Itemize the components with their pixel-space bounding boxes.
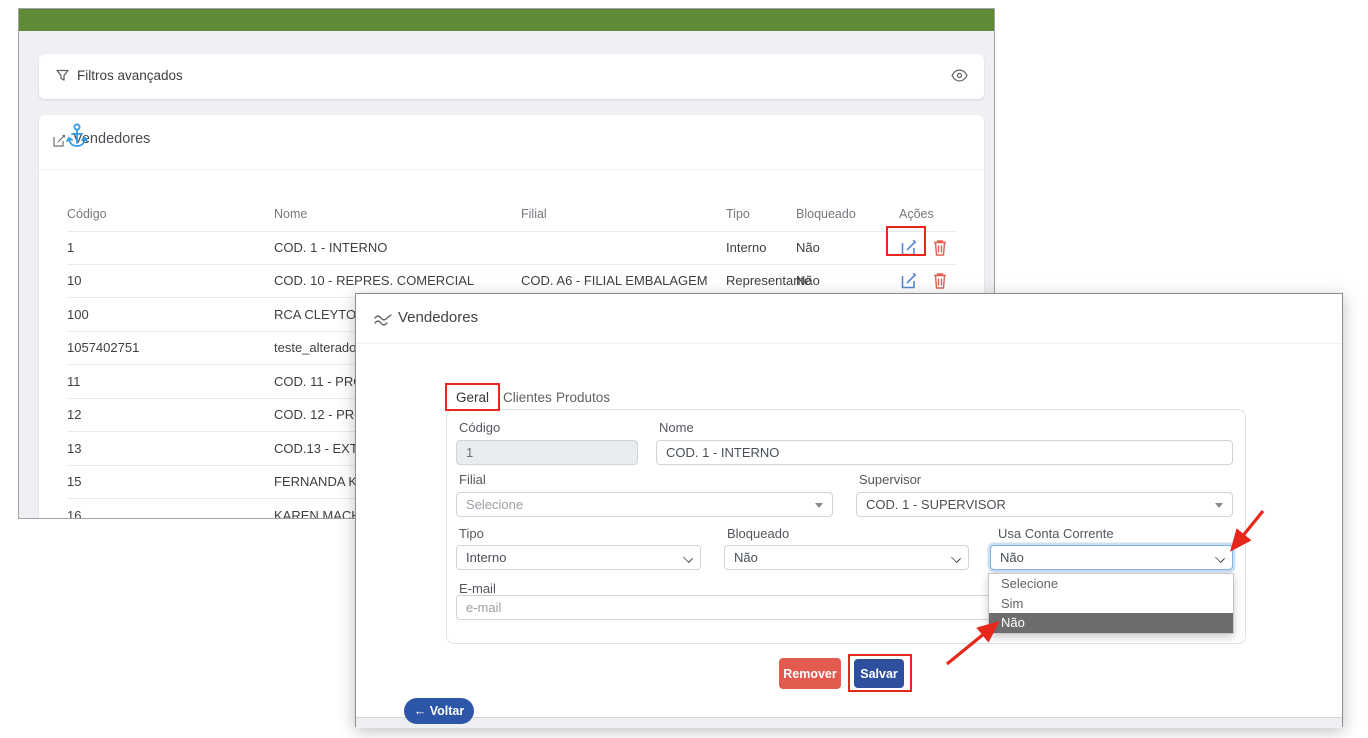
- supervisor-label: Supervisor: [859, 472, 921, 487]
- cell-codigo: 100: [67, 307, 274, 322]
- tipo-label: Tipo: [459, 526, 484, 541]
- filters-label: Filtros avançados: [77, 68, 183, 83]
- cell-tipo: Interno: [726, 240, 796, 255]
- caret-down-icon: [1215, 503, 1223, 508]
- delete-row-icon[interactable]: [933, 239, 947, 256]
- codigo-label: Código: [459, 420, 500, 435]
- back-arrow-icon: ←: [414, 704, 427, 718]
- filial-placeholder: Selecione: [466, 497, 523, 512]
- option-sim[interactable]: Sim: [989, 594, 1233, 614]
- table-header: Código Nome Filial Tipo Bloqueado Ações: [67, 207, 956, 221]
- chevron-down-icon: [1216, 554, 1224, 562]
- cell-codigo: 1: [67, 240, 274, 255]
- cell-codigo: 10: [67, 273, 274, 288]
- chevron-down-icon: [684, 554, 692, 562]
- cell-codigo: 11: [67, 374, 274, 389]
- bloqueado-select[interactable]: Não: [724, 545, 969, 570]
- supervisor-select[interactable]: COD. 1 - SUPERVISOR: [856, 492, 1233, 517]
- anchor-cursor-icon: [66, 123, 88, 154]
- cell-tipo: Representante: [726, 273, 796, 288]
- bloqueado-value: Não: [734, 550, 758, 565]
- squiggle-icon: [374, 313, 392, 331]
- filial-label: Filial: [459, 472, 486, 487]
- edit-row-icon[interactable]: [901, 239, 918, 256]
- supervisor-value: COD. 1 - SUPERVISOR: [866, 497, 1006, 512]
- col-tipo: Tipo: [726, 207, 796, 221]
- bloqueado-label: Bloqueado: [727, 526, 789, 541]
- cell-codigo: 13: [67, 441, 274, 456]
- salvar-button[interactable]: Salvar: [854, 659, 904, 688]
- voltar-button[interactable]: ← Voltar: [404, 698, 474, 724]
- codigo-input: [456, 440, 638, 465]
- col-bloqueado: Bloqueado: [796, 207, 899, 221]
- usa-conta-corrente-select[interactable]: Não: [990, 545, 1233, 570]
- title-divider: [39, 169, 984, 170]
- modal-footer-strip: [356, 717, 1342, 728]
- app-root: Filtros avançados Vendedores Código Nome…: [0, 0, 1368, 738]
- cell-bloqueado: Não: [796, 273, 899, 288]
- nome-input[interactable]: [656, 440, 1233, 465]
- tab-geral[interactable]: Geral: [456, 390, 489, 405]
- filial-select[interactable]: Selecione: [456, 492, 833, 517]
- col-filial: Filial: [521, 207, 726, 221]
- cell-nome: COD. 10 - REPRES. COMERCIAL: [274, 273, 521, 288]
- modal-title-divider: [356, 343, 1342, 344]
- table-row[interactable]: 1 COD. 1 - INTERNO Interno Não: [67, 231, 956, 265]
- tipo-value: Interno: [466, 550, 506, 565]
- option-nao[interactable]: Não: [989, 613, 1233, 633]
- remover-button[interactable]: Remover: [779, 658, 841, 689]
- usa-conta-corrente-dropdown: Selecione Sim Não: [988, 573, 1234, 634]
- cell-acoes: [899, 272, 956, 289]
- usa-conta-corrente-label: Usa Conta Corrente: [998, 526, 1114, 541]
- edit-row-icon[interactable]: [901, 272, 918, 289]
- option-selecione[interactable]: Selecione: [989, 574, 1233, 594]
- voltar-label: Voltar: [430, 704, 465, 718]
- eye-icon[interactable]: [951, 69, 968, 87]
- filter-funnel-icon: [55, 68, 70, 88]
- chevron-down-icon: [952, 554, 960, 562]
- nome-label: Nome: [659, 420, 694, 435]
- cell-codigo: 1057402751: [67, 340, 274, 355]
- edit-title-icon: [53, 134, 66, 152]
- modal-title: Vendedores: [398, 309, 478, 326]
- cell-bloqueado: Não: [796, 240, 899, 255]
- email-label: E-mail: [459, 581, 496, 596]
- usa-conta-corrente-value: Não: [1000, 550, 1024, 565]
- tab-produtos[interactable]: Produtos: [556, 390, 610, 405]
- col-nome: Nome: [274, 207, 521, 221]
- cell-codigo: 15: [67, 474, 274, 489]
- tipo-select[interactable]: Interno: [456, 545, 701, 570]
- caret-down-icon: [815, 503, 823, 508]
- cell-nome: COD. 1 - INTERNO: [274, 240, 521, 255]
- delete-row-icon[interactable]: [933, 272, 947, 289]
- col-codigo: Código: [67, 207, 274, 221]
- top-green-bar: [19, 9, 994, 31]
- cell-codigo: 16: [67, 508, 274, 519]
- cell-filial: COD. A6 - FILIAL EMBALAGEM: [521, 273, 726, 288]
- tab-clientes[interactable]: Clientes: [503, 390, 552, 405]
- filters-panel[interactable]: Filtros avançados: [39, 54, 984, 99]
- col-acoes: Ações: [899, 207, 956, 221]
- cell-codigo: 12: [67, 407, 274, 422]
- cell-acoes: [899, 239, 956, 256]
- vendedores-modal: Vendedores Geral Clientes Produtos Códig…: [355, 293, 1343, 727]
